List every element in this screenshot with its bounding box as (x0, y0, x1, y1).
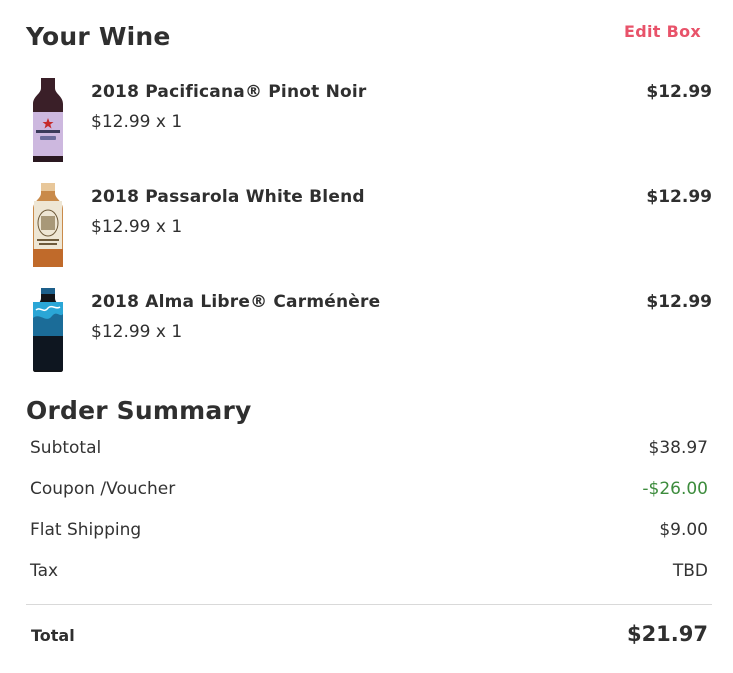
coupon-label: Coupon /Voucher (30, 479, 176, 499)
wine-quantity: $12.99 x 1 (91, 112, 183, 132)
shipping-value: $9.00 (659, 520, 708, 540)
summary-divider (26, 604, 712, 605)
wine-name: 2018 Pacificana® Pinot Noir (91, 82, 367, 102)
tax-value: TBD (672, 561, 708, 581)
coupon-value: -$26.00 (642, 479, 708, 499)
red-wine-bottle-image (33, 78, 63, 162)
subtotal-value: $38.97 (648, 438, 708, 458)
red-wine-bottle-image (33, 288, 63, 372)
shipping-label: Flat Shipping (30, 520, 142, 540)
wine-item-passarola[interactable]: 2018 Passarola White Blend $12.99 x 1 $1… (26, 183, 712, 271)
wine-name: 2018 Alma Libre® Carménère (91, 292, 381, 312)
order-summary-heading: Order Summary (26, 396, 252, 425)
wine-item-alma-libre[interactable]: 2018 Alma Libre® Carménère $12.99 x 1 $1… (26, 288, 712, 376)
wine-name: 2018 Passarola White Blend (91, 187, 365, 207)
tax-label: Tax (30, 561, 59, 581)
wine-quantity: $12.99 x 1 (91, 217, 183, 237)
wine-price: $12.99 (646, 82, 712, 102)
subtotal-label: Subtotal (30, 438, 102, 458)
wine-item-pacificana[interactable]: 2018 Pacificana® Pinot Noir $12.99 x 1 $… (26, 78, 712, 166)
white-wine-bottle-image (33, 183, 63, 267)
total-value: $21.97 (626, 622, 708, 646)
wine-price: $12.99 (646, 292, 712, 312)
your-wine-heading: Your Wine (26, 22, 171, 51)
wine-price: $12.99 (646, 187, 712, 207)
wine-quantity: $12.99 x 1 (91, 322, 183, 342)
total-label: Total (31, 626, 75, 645)
edit-box-link[interactable]: Edit Box (624, 22, 701, 41)
